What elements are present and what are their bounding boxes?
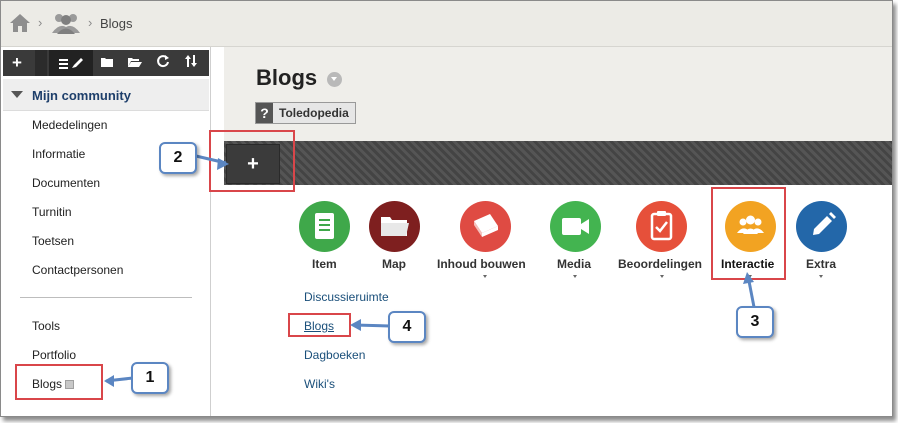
folder-view-button[interactable]: [93, 50, 121, 76]
dropdown-caret-icon: [573, 275, 577, 278]
open-folder-button[interactable]: [121, 50, 149, 76]
menu-item-contactpersonen[interactable]: Contactpersonen: [32, 263, 123, 277]
content-assessment-label: Beoordelingen: [618, 257, 703, 271]
content-map-label: Map: [382, 257, 406, 271]
highlight-interaction: [711, 187, 786, 280]
highlight-add-button: [209, 130, 295, 192]
refresh-button[interactable]: [149, 50, 177, 76]
book-icon: [474, 214, 498, 237]
action-bar: [224, 141, 892, 185]
submenu-dagboeken[interactable]: Dagboeken: [304, 348, 365, 362]
content-map-button[interactable]: [369, 201, 420, 252]
dropdown-caret-icon: [483, 275, 487, 278]
people-icon[interactable]: [51, 11, 81, 35]
course-menu: + Mijn community Mededelingen Informatie…: [1, 47, 211, 416]
menu-item-toetsen[interactable]: Toetsen: [32, 234, 74, 248]
edit-mode-button[interactable]: [49, 50, 93, 76]
menu-toolbar: +: [3, 50, 209, 76]
open-folder-icon: [128, 58, 142, 67]
callout-1: 1: [131, 362, 169, 394]
content-area: Blogs ? Toledopedia + Item Map Inhoud bo…: [224, 47, 892, 416]
home-icon[interactable]: [9, 13, 31, 33]
folder-icon: [381, 217, 409, 236]
callout-4: 4: [388, 311, 426, 343]
page-header: Blogs ? Toledopedia: [224, 47, 892, 141]
content-assessment-button[interactable]: [636, 201, 687, 252]
document-icon: [315, 213, 334, 239]
menu-item-documenten[interactable]: Documenten: [32, 176, 100, 190]
course-tag: ? Toledopedia: [255, 102, 356, 124]
reorder-button[interactable]: [177, 50, 205, 76]
dropdown-caret-icon: [819, 275, 823, 278]
toolbar-divider: [35, 50, 47, 76]
content-extra-label: Extra: [806, 257, 837, 271]
content-build-button[interactable]: [460, 201, 511, 252]
list-edit-icon: [59, 58, 83, 69]
content-media-label: Media: [557, 257, 592, 271]
submenu-wikis[interactable]: Wiki's: [304, 377, 335, 391]
content-item-label: Item: [312, 257, 337, 271]
breadcrumb: › › Blogs: [1, 1, 892, 47]
help-icon[interactable]: ?: [256, 103, 273, 123]
menu-item-portfolio[interactable]: Portfolio: [32, 348, 76, 362]
callout-2: 2: [159, 142, 197, 174]
content-build-label: Inhoud bouwen: [437, 257, 526, 271]
sort-arrows-icon: [185, 55, 197, 67]
course-tag-label: Toledopedia: [279, 106, 349, 120]
submenu-discussieruimte[interactable]: Discussieruimte: [304, 290, 389, 304]
content-media-button[interactable]: [550, 201, 601, 252]
menu-item-tools[interactable]: Tools: [32, 319, 60, 333]
menu-item-mededelingen[interactable]: Mededelingen: [32, 118, 107, 132]
menu-item-informatie[interactable]: Informatie: [32, 147, 85, 161]
community-title: Mijn community: [32, 88, 131, 103]
breadcrumb-separator: ›: [38, 15, 43, 30]
menu-item-turnitin[interactable]: Turnitin: [32, 205, 72, 219]
content-item-button[interactable]: [299, 201, 350, 252]
page-title: Blogs: [256, 65, 318, 90]
refresh-icon: [157, 55, 169, 68]
dropdown-caret-icon: [660, 275, 664, 278]
video-camera-icon: [562, 218, 589, 235]
community-header[interactable]: Mijn community: [3, 79, 209, 111]
breadcrumb-current[interactable]: Blogs: [100, 16, 133, 31]
pencil-icon: [813, 212, 836, 235]
content-extra-button[interactable]: [796, 201, 847, 252]
breadcrumb-separator: ›: [88, 15, 93, 30]
collapse-triangle-icon: [11, 91, 23, 98]
chevron-down-icon[interactable]: [327, 72, 342, 87]
folder-icon: [101, 58, 113, 67]
callout-3: 3: [736, 306, 774, 338]
highlight-blogs-link: [288, 313, 351, 337]
menu-divider: [20, 297, 192, 298]
clipboard-check-icon: [650, 211, 673, 241]
add-menu-item-button[interactable]: +: [3, 50, 31, 76]
highlight-blogs-menu: [15, 364, 103, 400]
